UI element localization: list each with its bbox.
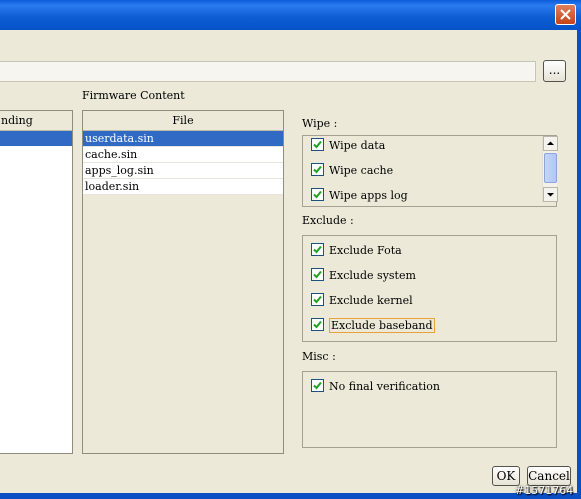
- close-button[interactable]: [555, 4, 576, 25]
- checkmark-icon: [313, 165, 322, 174]
- window-frame-right: [577, 30, 581, 499]
- checkbox-label: Exclude baseband: [329, 318, 435, 333]
- scroll-down-button[interactable]: [543, 187, 558, 202]
- checkbox[interactable]: [311, 293, 324, 306]
- left-table-header[interactable]: nding: [0, 111, 72, 131]
- checkbox[interactable]: [311, 163, 324, 176]
- checkmark-icon: [313, 381, 322, 390]
- firmware-content-label: Firmware Content: [82, 89, 185, 102]
- scroll-up-button[interactable]: [543, 136, 558, 151]
- file-row[interactable]: cache.sin: [83, 147, 283, 163]
- wipe-label: Wipe :: [302, 117, 338, 130]
- wipe-scrollbar[interactable]: [542, 136, 558, 202]
- wipe-option[interactable]: Wipe apps log: [311, 187, 408, 204]
- misc-label: Misc :: [302, 350, 336, 363]
- firmware-file-table[interactable]: File userdata.sin cache.sin apps_log.sin lo…: [82, 110, 284, 454]
- checkbox[interactable]: [311, 188, 324, 201]
- exclude-option[interactable]: Exclude baseband: [311, 317, 435, 334]
- file-row[interactable]: userdata.sin: [83, 131, 283, 147]
- misc-option[interactable]: No final verification: [311, 378, 440, 395]
- checkbox[interactable]: [311, 379, 324, 392]
- checkbox[interactable]: [311, 138, 324, 151]
- checkbox-label: Exclude kernel: [329, 294, 413, 307]
- left-table-selected-row[interactable]: [0, 131, 72, 146]
- checkbox-label: Exclude Fota: [329, 244, 402, 257]
- wipe-option[interactable]: Wipe cache: [311, 162, 393, 179]
- firmware-path-field[interactable]: [0, 61, 536, 82]
- checkmark-icon: [313, 270, 322, 279]
- cancel-button[interactable]: Cancel: [527, 466, 571, 486]
- exclude-group: Exclude Fota Exclude system Exclude kernel…: [302, 235, 557, 342]
- misc-group: No final verification: [302, 371, 557, 448]
- wipe-group: Wipe data Wipe cache Wipe apps log: [302, 135, 558, 207]
- checkmark-icon: [313, 320, 322, 329]
- checkbox-label: Wipe apps log: [329, 189, 408, 202]
- close-icon: [560, 9, 571, 20]
- checkmark-icon: [313, 190, 322, 199]
- exclude-option[interactable]: Exclude system: [311, 267, 416, 284]
- arrow-down-icon: [547, 193, 554, 197]
- ok-button[interactable]: OK: [492, 466, 520, 486]
- arrow-up-icon: [547, 141, 554, 145]
- file-row[interactable]: loader.sin: [83, 179, 283, 195]
- checkbox[interactable]: [311, 268, 324, 281]
- file-column-header[interactable]: File: [83, 111, 283, 131]
- title-bar: [0, 0, 581, 30]
- checkbox[interactable]: [311, 243, 324, 256]
- left-table[interactable]: nding: [0, 110, 73, 454]
- checkbox[interactable]: [311, 318, 324, 331]
- window-frame-bottom: [0, 493, 581, 499]
- wipe-option[interactable]: Wipe data: [311, 137, 385, 154]
- watermark: #1571764: [515, 484, 574, 497]
- checkmark-icon: [313, 245, 322, 254]
- checkbox-label: Exclude system: [329, 269, 416, 282]
- checkmark-icon: [313, 295, 322, 304]
- checkbox-label: Wipe cache: [329, 164, 394, 177]
- checkbox-label: No final verification: [329, 380, 440, 393]
- browse-button[interactable]: ...: [543, 60, 566, 82]
- checkmark-icon: [313, 140, 322, 149]
- file-row[interactable]: apps_log.sin: [83, 163, 283, 179]
- exclude-option[interactable]: Exclude Fota: [311, 242, 402, 259]
- scroll-thumb[interactable]: [544, 153, 557, 183]
- exclude-label: Exclude :: [302, 214, 354, 227]
- exclude-option[interactable]: Exclude kernel: [311, 292, 413, 309]
- checkbox-label: Wipe data: [329, 139, 386, 152]
